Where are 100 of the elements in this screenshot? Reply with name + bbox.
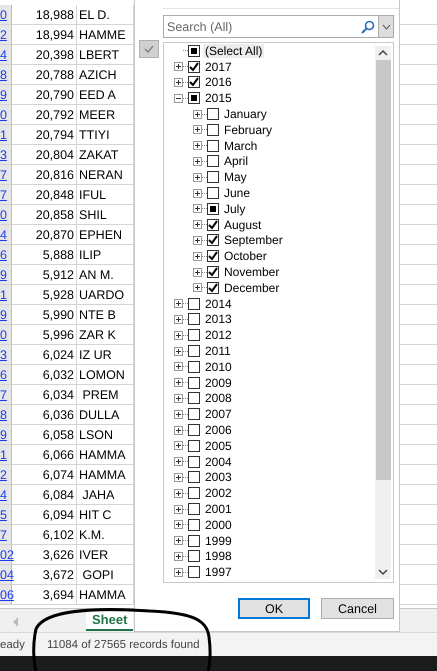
checkbox[interactable] [207, 282, 219, 294]
expand-icon[interactable] [193, 268, 202, 277]
tree-item-label[interactable]: 2011 [203, 344, 233, 358]
expand-icon[interactable] [193, 188, 202, 198]
checkbox[interactable] [207, 266, 219, 278]
tree-item-label[interactable]: August [222, 218, 264, 232]
checkbox[interactable] [188, 298, 200, 310]
tree-item-label[interactable]: 1998 [203, 549, 234, 564]
checkbox[interactable] [207, 250, 219, 262]
tree-item-label[interactable]: December [222, 280, 282, 295]
search-icon[interactable] [361, 20, 375, 34]
dropdown-button[interactable] [378, 15, 394, 38]
tree-item-label[interactable]: 2003 [203, 470, 234, 484]
checkbox[interactable] [188, 456, 200, 468]
checkbox[interactable] [188, 424, 200, 436]
tree-item-label[interactable]: 2016 [203, 75, 234, 90]
checkbox[interactable] [188, 376, 200, 389]
expand-icon[interactable] [193, 252, 202, 261]
cancel-button[interactable]: Cancel [321, 598, 394, 619]
checkbox[interactable] [207, 155, 219, 168]
tree-item-label[interactable]: 2002 [203, 486, 234, 500]
expand-icon[interactable] [193, 125, 202, 134]
expand-icon[interactable] [174, 488, 183, 498]
checkbox[interactable] [188, 566, 200, 578]
tree-item-label[interactable]: 2010 [203, 360, 234, 374]
tree-item-label[interactable]: February [222, 122, 274, 137]
tree-item-label[interactable]: 2007 [203, 407, 234, 422]
checkbox[interactable] [188, 471, 200, 484]
checkbox[interactable] [207, 202, 219, 215]
expand-icon[interactable] [174, 426, 183, 435]
expand-icon[interactable] [174, 330, 183, 340]
checkbox[interactable] [188, 440, 200, 452]
checkbox[interactable] [207, 187, 219, 200]
checkbox[interactable] [188, 60, 200, 73]
tree-item-label[interactable]: (Select All) [203, 44, 264, 58]
checkbox[interactable] [188, 487, 200, 500]
checkbox[interactable] [188, 503, 200, 515]
expand-icon[interactable] [174, 78, 183, 87]
expand-icon[interactable] [174, 457, 183, 466]
tree-item-label[interactable]: 2004 [203, 454, 234, 469]
expand-icon[interactable] [174, 504, 183, 514]
checkbox[interactable] [188, 76, 200, 88]
tree-item-label[interactable]: 2017 [203, 60, 234, 74]
checkbox[interactable] [188, 534, 200, 547]
scrollbar-thumb[interactable] [376, 60, 390, 480]
expand-icon[interactable] [174, 410, 183, 419]
tree-item-label[interactable]: 2012 [203, 328, 234, 342]
expand-icon[interactable] [174, 520, 183, 530]
tree-item-label[interactable]: 2000 [203, 518, 234, 532]
tree-item-label[interactable]: November [222, 265, 282, 280]
tree-item-label[interactable]: June [222, 186, 252, 200]
checkbox[interactable] [188, 345, 200, 358]
link-cell[interactable]: 06 [0, 585, 14, 604]
expand-icon[interactable] [193, 283, 202, 292]
expand-icon[interactable] [174, 441, 183, 450]
checkbox[interactable] [207, 234, 219, 246]
expand-icon[interactable] [174, 299, 183, 308]
expand-icon[interactable] [193, 220, 202, 230]
tree-item-label[interactable]: 2001 [203, 502, 234, 516]
tree-item-label[interactable]: January [222, 107, 269, 122]
checkbox[interactable] [188, 44, 200, 57]
tree-item-label[interactable]: 2009 [203, 376, 234, 390]
checkbox[interactable] [207, 108, 219, 120]
link-cell[interactable]: 04 [0, 565, 14, 584]
expand-icon[interactable] [193, 236, 202, 245]
checkbox[interactable] [188, 408, 200, 420]
tree-item-label[interactable]: July [222, 202, 248, 216]
checkbox[interactable] [188, 518, 200, 531]
expand-icon[interactable] [193, 110, 202, 119]
tree-item-label[interactable]: 2006 [203, 423, 234, 438]
checkbox[interactable] [188, 550, 200, 562]
collapse-icon[interactable] [174, 94, 183, 103]
tree-item-label[interactable]: May [222, 170, 249, 184]
expand-icon[interactable] [174, 552, 183, 561]
expand-icon[interactable] [174, 378, 183, 388]
tree-item-label[interactable]: 1997 [203, 565, 234, 580]
tree-item-label[interactable]: October [222, 249, 269, 264]
tree-item-label[interactable]: March [222, 138, 260, 153]
search-field[interactable]: Search (All) [163, 15, 361, 38]
expand-icon[interactable] [174, 568, 183, 577]
checkbox[interactable] [188, 360, 200, 373]
link-cell[interactable]: 02 [0, 545, 14, 564]
expand-icon[interactable] [193, 156, 202, 166]
tree-item-label[interactable]: September [222, 233, 285, 248]
expand-icon[interactable] [174, 536, 183, 546]
checkbox[interactable] [207, 124, 219, 136]
checkbox[interactable] [188, 92, 200, 104]
expand-icon[interactable] [174, 314, 183, 324]
tree-item-label[interactable]: 1999 [203, 534, 234, 548]
expand-icon[interactable] [193, 172, 202, 182]
checkbox[interactable] [188, 313, 200, 326]
tree-item-label[interactable]: 2013 [203, 312, 234, 326]
expand-icon[interactable] [193, 141, 202, 150]
tree-item-label[interactable]: 2005 [203, 438, 234, 453]
tree-item-label[interactable]: 2014 [203, 296, 234, 311]
expand-icon[interactable] [174, 62, 183, 72]
checkbox[interactable] [188, 392, 200, 404]
tree-item-label[interactable]: April [222, 154, 250, 168]
checkbox[interactable] [188, 329, 200, 342]
checkbox[interactable] [207, 171, 219, 184]
